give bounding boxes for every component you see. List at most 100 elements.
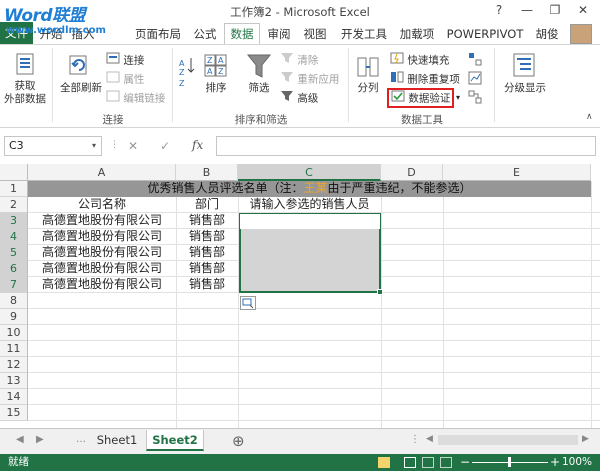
edit-links-label: 编辑链接 <box>123 92 166 105</box>
header-company[interactable]: 公司名称 <box>28 197 176 213</box>
macro-record-icon[interactable] <box>378 457 390 468</box>
fill-handle[interactable] <box>377 289 383 295</box>
dept-cell[interactable]: 销售部 <box>176 229 238 245</box>
sheet-tab-sheet2[interactable]: Sheet2 <box>146 430 204 451</box>
header-person[interactable]: 请输入参选的销售人员 <box>238 197 381 213</box>
zoom-level[interactable]: 100% <box>562 454 592 471</box>
tab-formulas[interactable]: 公式 <box>188 24 222 44</box>
get-external-data-button[interactable]: 获取 外部数据 <box>0 80 50 106</box>
tab-review[interactable]: 审阅 <box>262 24 296 44</box>
collapse-ribbon-icon[interactable]: ∧ <box>586 112 593 122</box>
data-validation-button[interactable]: 数据验证 <box>387 88 455 108</box>
close-button[interactable]: ✕ <box>572 2 594 18</box>
page-layout-view-icon[interactable] <box>422 457 434 468</box>
next-sheet-icon[interactable]: ▶ <box>36 434 44 445</box>
quick-analysis-icon[interactable] <box>240 296 256 310</box>
row-header-13[interactable]: 13 <box>0 373 28 389</box>
dept-cell[interactable]: 销售部 <box>176 277 238 293</box>
row-header-3[interactable]: 3 <box>0 213 28 229</box>
remove-duplicates-button[interactable]: 删除重复项 <box>390 71 460 87</box>
tab-data[interactable]: 数据 <box>224 23 260 45</box>
zoom-slider-thumb[interactable] <box>508 457 511 467</box>
company-cell[interactable]: 高德置地股份有限公司 <box>28 213 176 229</box>
prev-sheet-icon[interactable]: ◀ <box>16 434 24 445</box>
relationships-icon[interactable] <box>468 90 482 107</box>
enter-icon[interactable]: ✓ <box>160 139 170 153</box>
text-to-columns-button[interactable]: 分列 <box>354 82 382 95</box>
what-if-analysis-icon[interactable] <box>468 71 482 88</box>
company-cell[interactable]: 高德置地股份有限公司 <box>28 229 176 245</box>
consolidate-icon[interactable] <box>468 52 482 69</box>
row-header-15[interactable]: 15 <box>0 405 28 421</box>
insert-function-button[interactable]: fx <box>192 138 203 152</box>
edit-links-button[interactable]: 编辑链接 <box>106 90 165 106</box>
row-header-5[interactable]: 5 <box>0 245 28 261</box>
page-break-view-icon[interactable] <box>440 457 452 468</box>
header-dept[interactable]: 部门 <box>176 197 238 213</box>
column-header-c[interactable]: C <box>238 164 381 181</box>
sheet-tab-sheet1[interactable]: Sheet1 <box>88 430 146 451</box>
tab-addins[interactable]: 加载项 <box>396 24 438 44</box>
outline-button[interactable]: 分级显示 <box>500 82 550 95</box>
normal-view-icon[interactable] <box>404 457 416 468</box>
company-cell[interactable]: 高德置地股份有限公司 <box>28 261 176 277</box>
tab-page-layout[interactable]: 页面布局 <box>130 24 186 44</box>
connections-icon <box>106 52 120 69</box>
more-sheets-icon[interactable]: … <box>76 434 86 445</box>
clear-button[interactable]: 清除 <box>280 52 318 68</box>
column-header-e[interactable]: E <box>443 164 591 181</box>
group-separator <box>52 48 53 122</box>
name-box-dropdown-icon[interactable]: ▾ <box>92 141 96 150</box>
select-all-corner[interactable] <box>0 164 28 181</box>
refresh-all-button[interactable]: 全部刷新 <box>58 82 104 95</box>
column-header-b[interactable]: B <box>176 164 238 181</box>
row-header-4[interactable]: 4 <box>0 229 28 245</box>
tab-powerpivot[interactable]: POWERPIVOT <box>444 24 526 44</box>
dept-cell[interactable]: 销售部 <box>176 213 238 229</box>
scroll-left-icon[interactable]: ◀ <box>426 434 433 444</box>
gridline <box>28 420 600 421</box>
row-header-2[interactable]: 2 <box>0 197 28 213</box>
formula-input[interactable] <box>216 136 596 156</box>
avatar[interactable] <box>570 24 592 44</box>
tab-view[interactable]: 视图 <box>298 24 332 44</box>
flash-fill-button[interactable]: 快速填充 <box>390 52 449 68</box>
scroll-right-icon[interactable]: ▶ <box>582 434 589 444</box>
active-cell-c3[interactable] <box>240 214 380 229</box>
row-header-7[interactable]: 7 <box>0 277 28 293</box>
data-validation-dropdown-icon[interactable]: ▾ <box>456 93 460 102</box>
cancel-icon[interactable]: ✕ <box>128 139 138 153</box>
reapply-button[interactable]: 重新应用 <box>280 71 339 87</box>
name-box[interactable]: C3 <box>4 136 102 156</box>
add-sheet-button[interactable]: ⊕ <box>232 432 245 450</box>
zoom-out-icon[interactable]: − <box>460 455 470 469</box>
row-header-14[interactable]: 14 <box>0 389 28 405</box>
zoom-in-icon[interactable]: + <box>550 455 560 469</box>
company-cell[interactable]: 高德置地股份有限公司 <box>28 277 176 293</box>
sort-ascending-icon[interactable]: AZZ <box>178 56 196 93</box>
row-header-12[interactable]: 12 <box>0 357 28 373</box>
row-header-1[interactable]: 1 <box>0 181 28 197</box>
minimize-button[interactable]: — <box>516 2 538 18</box>
company-cell[interactable]: 高德置地股份有限公司 <box>28 245 176 261</box>
dept-cell[interactable]: 销售部 <box>176 261 238 277</box>
dept-cell[interactable]: 销售部 <box>176 245 238 261</box>
restore-button[interactable]: ❐ <box>544 2 566 18</box>
row-header-11[interactable]: 11 <box>0 341 28 357</box>
horizontal-scrollbar[interactable] <box>438 435 578 445</box>
row-header-8[interactable]: 8 <box>0 293 28 309</box>
row-header-6[interactable]: 6 <box>0 261 28 277</box>
column-header-a[interactable]: A <box>28 164 176 181</box>
user-name[interactable]: 胡俊 <box>532 24 562 44</box>
row-header-9[interactable]: 9 <box>0 309 28 325</box>
help-button[interactable]: ? <box>488 2 510 18</box>
title-cell[interactable]: 优秀销售人员评选名单（注：王某由于严重违纪，不能参选） <box>28 181 591 197</box>
tab-developer[interactable]: 开发工具 <box>336 24 392 44</box>
advanced-button[interactable]: 高级 <box>280 90 318 106</box>
column-header-d[interactable]: D <box>381 164 443 181</box>
connections-button[interactable]: 连接 <box>106 52 144 68</box>
row-header-10[interactable]: 10 <box>0 325 28 341</box>
properties-button[interactable]: 属性 <box>106 71 144 87</box>
filter-button[interactable]: 筛选 <box>244 82 274 95</box>
sort-button[interactable]: 排序 <box>202 82 230 95</box>
